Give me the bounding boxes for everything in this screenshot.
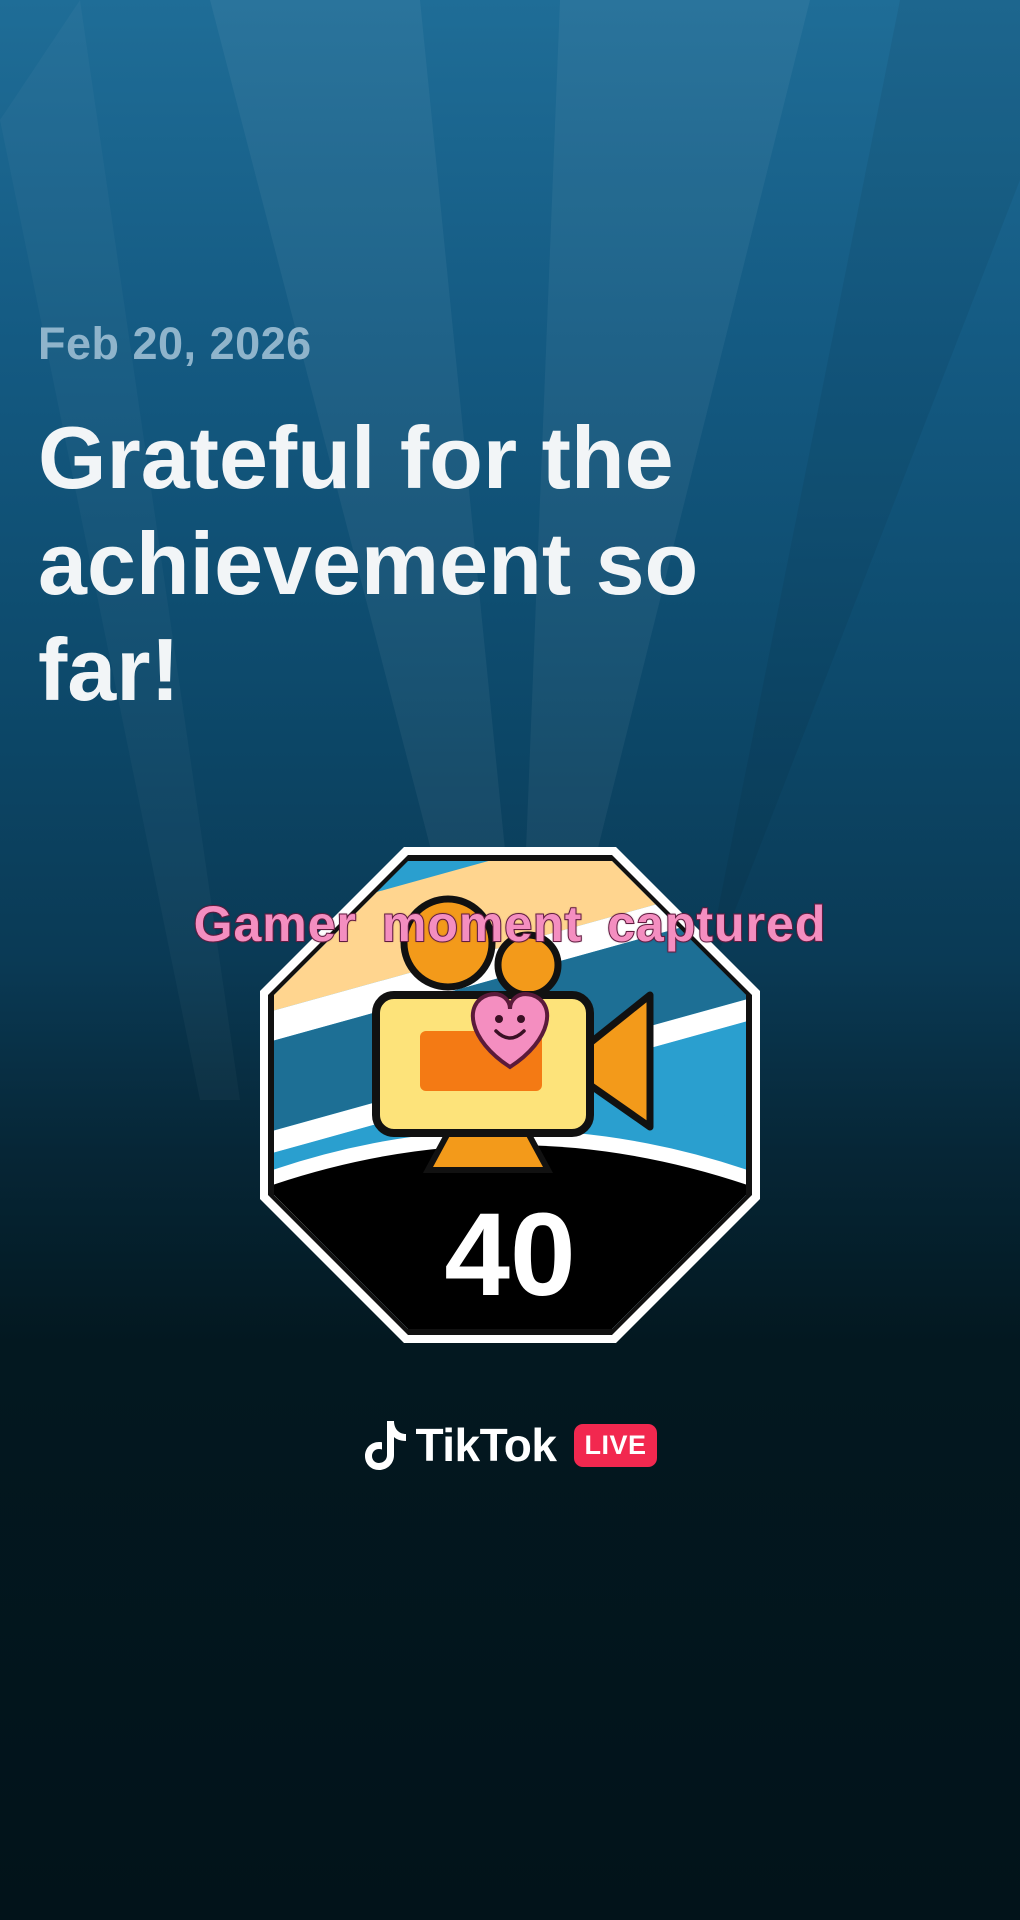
tiktok-live-logo: TikTok LIVE	[0, 1418, 1020, 1472]
badge-title: Gamer moment captured	[193, 895, 827, 953]
live-badge: LIVE	[574, 1423, 657, 1467]
post-headline: Grateful for the achievement so far!	[38, 408, 699, 719]
brand-name: TikTok	[415, 1419, 557, 1471]
post-date: Feb 20, 2026	[38, 318, 312, 369]
tiktok-note-icon	[365, 1421, 407, 1470]
achievement-card: Feb 20, 2026 Grateful for the achievemen…	[0, 0, 1020, 1920]
badge-number: 40	[444, 1189, 576, 1321]
